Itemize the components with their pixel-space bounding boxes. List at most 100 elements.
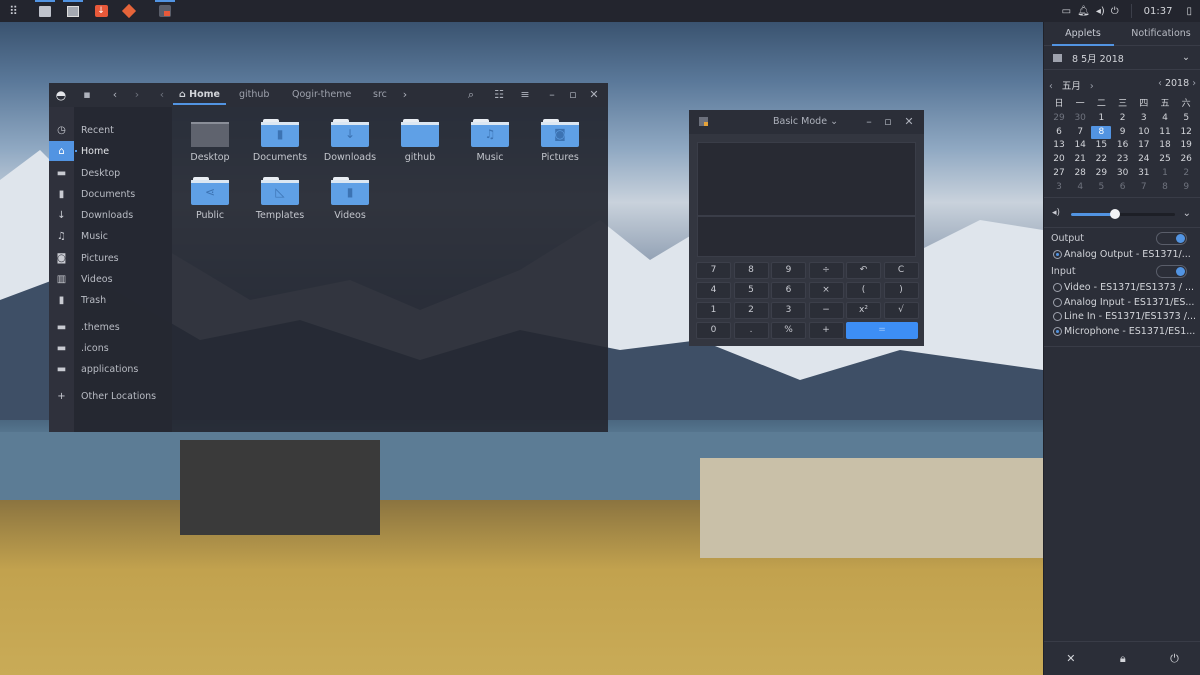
calendar-day[interactable]: 6 <box>1049 126 1069 139</box>
maximize-button[interactable]: ▫ <box>565 83 581 107</box>
breadcrumb-src[interactable]: src <box>373 83 387 107</box>
taskbar-git[interactable] <box>116 0 142 22</box>
input-device[interactable]: Analog Input - ES1371/ES... <box>1053 297 1194 308</box>
key-2[interactable]: 2 <box>733 302 769 319</box>
calendar-day[interactable]: 1 <box>1155 167 1175 180</box>
calendar-day[interactable]: 11 <box>1155 126 1175 139</box>
sidebar-item-pictures[interactable]: ◙ Pictures <box>49 248 172 268</box>
key-divide[interactable]: ÷ <box>808 262 844 279</box>
calendar-day[interactable]: 9 <box>1176 181 1196 194</box>
output-device[interactable]: Analog Output - ES1371/... <box>1053 249 1191 260</box>
tab-notifications[interactable]: Notifications <box>1122 22 1200 45</box>
file-item-videos[interactable]: ▮ Videos <box>315 177 385 221</box>
file-item-documents[interactable]: ▮ Documents <box>245 119 315 163</box>
sidebar-item-trash[interactable]: ▮ Trash <box>49 290 172 310</box>
key-0[interactable]: 0 <box>696 322 731 339</box>
calendar-day[interactable]: 22 <box>1091 153 1111 166</box>
calendar-day[interactable]: 17 <box>1134 139 1154 152</box>
key-square[interactable]: x² <box>846 302 881 319</box>
key-add[interactable]: + <box>808 322 844 339</box>
sidebar-item-recent[interactable]: ◷ Recent <box>49 120 172 140</box>
lock-icon[interactable]: 🔒︎ <box>1120 652 1126 666</box>
key-multiply[interactable]: × <box>808 282 844 299</box>
power-icon[interactable]: ⏻ <box>1111 6 1119 17</box>
calendar-day[interactable]: 3 <box>1049 181 1069 194</box>
calendar-day[interactable]: 14 <box>1070 139 1090 152</box>
calendar-day[interactable]: 31 <box>1134 167 1154 180</box>
file-item-public[interactable]: ⋖ Public <box>175 177 245 221</box>
key-4[interactable]: 4 <box>696 282 731 299</box>
key-7[interactable]: 7 <box>696 262 731 279</box>
key-equals[interactable]: = <box>846 322 918 339</box>
calendar-day[interactable]: 10 <box>1134 126 1154 139</box>
next-year-button[interactable]: › <box>1192 78 1196 89</box>
calendar-day[interactable]: 7 <box>1134 181 1154 194</box>
input-device[interactable]: Line In - ES1371/ES1373 /... <box>1053 311 1196 322</box>
file-item-templates[interactable]: ◺ Templates <box>245 177 315 221</box>
key-decimal[interactable]: . <box>733 322 769 339</box>
date-header[interactable]: 8 5月 2018 ⌄ <box>1044 46 1200 70</box>
key-open-paren[interactable]: ( <box>846 282 881 299</box>
calendar-day[interactable]: 19 <box>1176 139 1196 152</box>
calculator-input-field[interactable] <box>697 216 916 257</box>
sidebar-item-music[interactable]: ♫ Music <box>49 226 172 246</box>
calendar-day-today[interactable]: 8 <box>1091 125 1112 139</box>
calendar-day[interactable]: 27 <box>1049 167 1069 180</box>
display-icon[interactable]: ▭ <box>1062 6 1071 17</box>
calendar-day[interactable]: 7 <box>1070 126 1090 139</box>
clock[interactable]: 01:37 <box>1144 6 1173 17</box>
sidebar-item-home[interactable]: ⌂ Home <box>49 141 172 161</box>
bell-icon[interactable]: 🔔︎ <box>1077 6 1090 17</box>
input-device[interactable]: Microphone - ES1371/ES1... <box>1053 326 1195 337</box>
calendar-day[interactable]: 29 <box>1049 112 1069 125</box>
calendar-day[interactable]: 5 <box>1091 181 1111 194</box>
input-toggle[interactable] <box>1156 265 1187 278</box>
key-subtract[interactable]: − <box>808 302 844 319</box>
sidebar-item-themes[interactable]: ▬ .themes <box>49 317 172 337</box>
calendar-day[interactable]: 3 <box>1134 112 1154 125</box>
sidebar-item-icons[interactable]: ▬ .icons <box>49 338 172 358</box>
calendar-day[interactable]: 4 <box>1070 181 1090 194</box>
key-3[interactable]: 3 <box>771 302 806 319</box>
breadcrumb-home[interactable]: ⌂ Home <box>173 83 226 105</box>
key-clear[interactable]: C <box>883 262 919 279</box>
calendar-day[interactable]: 21 <box>1070 153 1090 166</box>
key-6[interactable]: 6 <box>771 282 806 299</box>
menu-icon[interactable]: ≡ <box>517 83 533 107</box>
key-9[interactable]: 9 <box>771 262 806 279</box>
calendar-day[interactable]: 16 <box>1113 139 1133 152</box>
calendar-day[interactable]: 4 <box>1155 112 1175 125</box>
close-button[interactable]: ✕ <box>586 83 602 107</box>
prev-month-button[interactable]: ‹ <box>1049 81 1053 92</box>
calendar-day[interactable]: 6 <box>1113 181 1133 194</box>
calendar-day[interactable]: 29 <box>1091 167 1111 180</box>
app-grid-button[interactable]: ⠿ <box>0 0 26 22</box>
calendar-day[interactable]: 8 <box>1155 181 1175 194</box>
file-item-downloads[interactable]: ↓ Downloads <box>315 119 385 163</box>
calendar-day[interactable]: 28 <box>1070 167 1090 180</box>
output-toggle[interactable] <box>1156 232 1187 245</box>
prev-year-button[interactable]: ‹ <box>1158 78 1162 89</box>
calendar-day[interactable]: 20 <box>1049 153 1069 166</box>
calendar-day[interactable]: 13 <box>1049 139 1069 152</box>
breadcrumb-github[interactable]: github <box>239 83 269 107</box>
sidebar-item-downloads[interactable]: ↓ Downloads <box>49 205 172 225</box>
calendar-day[interactable]: 24 <box>1134 153 1154 166</box>
next-month-button[interactable]: › <box>1090 81 1094 92</box>
calendar-day[interactable]: 18 <box>1155 139 1175 152</box>
view-list-icon[interactable]: ☷ <box>491 83 507 107</box>
key-undo[interactable]: ↶ <box>846 262 881 279</box>
sidebar-toggle-icon[interactable]: ▪ <box>79 83 95 107</box>
mode-selector[interactable]: Basic Mode ⌄ <box>773 110 838 134</box>
maximize-button[interactable]: ▫ <box>880 110 896 134</box>
taskbar-files[interactable] <box>32 0 58 22</box>
input-device[interactable]: Video - ES1371/ES1373 / ... <box>1053 282 1194 293</box>
taskbar-terminal[interactable] <box>60 0 86 22</box>
calendar-day[interactable]: 5 <box>1176 112 1196 125</box>
chevron-down-icon[interactable]: ⌄ <box>1183 208 1191 219</box>
app-logo-icon[interactable]: ◓ <box>53 83 69 107</box>
volume-handle[interactable] <box>1109 209 1120 219</box>
calendar-day[interactable]: 12 <box>1176 126 1196 139</box>
calendar-day[interactable]: 2 <box>1113 112 1133 125</box>
calendar-day[interactable]: 2 <box>1176 167 1196 180</box>
